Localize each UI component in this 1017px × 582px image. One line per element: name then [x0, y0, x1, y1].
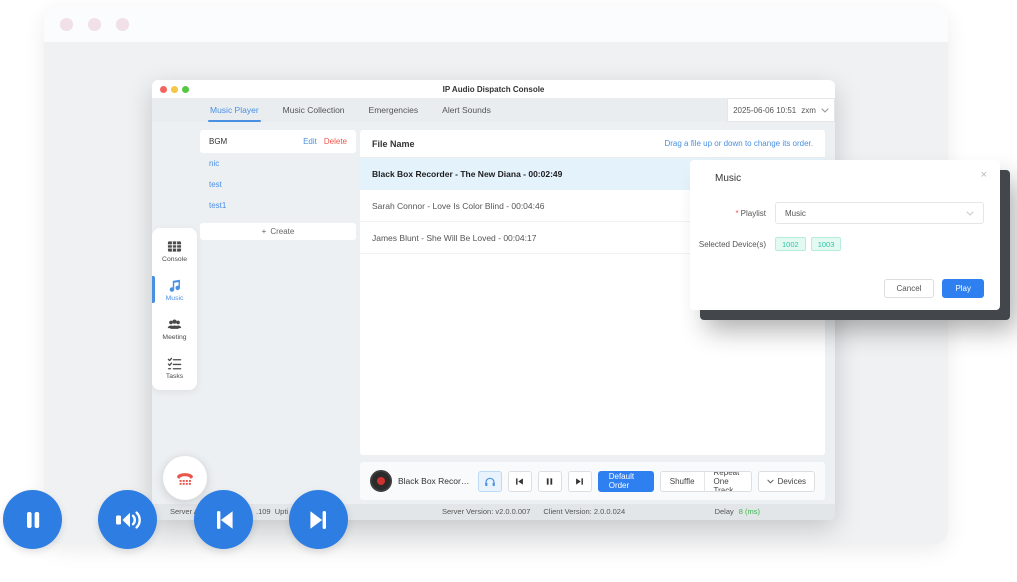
playlist-item[interactable]: test: [200, 174, 356, 195]
people-icon: [167, 317, 182, 332]
devices-label: Devices: [778, 477, 806, 486]
delay-label: Delay: [715, 504, 734, 520]
playlist-edit-button[interactable]: Edit: [303, 137, 317, 146]
devices-dropdown-button[interactable]: Devices: [758, 471, 815, 492]
device-chip: 1002: [775, 237, 806, 251]
console-grid-icon: [167, 239, 182, 254]
pause-icon: [17, 504, 49, 536]
overlay-volume-button[interactable]: [98, 490, 157, 549]
intercom-call-button[interactable]: [163, 456, 207, 500]
selected-devices-label: Selected Device(s): [690, 240, 766, 249]
version-info: Server Version: v2.0.0.007 Client Versio…: [442, 504, 625, 520]
overlay-previous-button[interactable]: [194, 490, 253, 549]
device-chip-list: 1002 1003: [775, 237, 841, 251]
default-order-button[interactable]: Default Order: [598, 471, 654, 492]
nav-item-music[interactable]: Music: [152, 270, 197, 309]
playlist-field-label: *Playlist: [690, 209, 766, 218]
file-name-column-header: File Name: [372, 139, 664, 149]
checklist-icon: [167, 356, 182, 371]
server-version-text: Server Version: v2.0.0.007: [442, 504, 530, 520]
create-label: Create: [270, 227, 294, 236]
next-track-button[interactable]: [568, 471, 592, 492]
window-dot-icon: [60, 18, 73, 31]
playlist-row-selected[interactable]: BGM Edit Delete: [200, 130, 356, 153]
status-bar: Server A .109 Upti Server Version: v2.0.…: [152, 504, 835, 520]
background-window-titlebar: [44, 6, 948, 42]
datetime-text: 2025-06-06 10:51: [733, 106, 796, 115]
vinyl-record-icon: [370, 470, 392, 492]
screenshot-root: IP Audio Dispatch Console Music Player M…: [0, 0, 1017, 582]
skip-previous-icon: [208, 504, 240, 536]
nav-item-tasks[interactable]: Tasks: [152, 348, 197, 387]
drag-order-hint: Drag a file up or down to change its ord…: [664, 139, 813, 148]
shuffle-button[interactable]: Shuffle: [661, 472, 704, 491]
username-text: zxm: [801, 106, 816, 115]
app-titlebar: IP Audio Dispatch Console: [152, 80, 835, 98]
play-button[interactable]: Play: [942, 279, 984, 298]
cancel-button[interactable]: Cancel: [884, 279, 935, 298]
side-nav: Console Music Meeting: [152, 228, 197, 390]
chevron-down-icon: [767, 479, 774, 484]
uptime-fragment: .109 Upti: [256, 504, 288, 520]
required-asterisk: *: [736, 209, 739, 218]
tab-music-player[interactable]: Music Player: [198, 98, 271, 122]
delay-value: 8 (ms): [739, 504, 760, 520]
play-mode-group: Shuffle Repeat One Track: [660, 471, 752, 492]
overlay-next-button[interactable]: [289, 490, 348, 549]
nav-item-console[interactable]: Console: [152, 231, 197, 270]
now-playing-title: Black Box Recorder - The ...: [398, 476, 472, 486]
tab-alert-sounds[interactable]: Alert Sounds: [430, 98, 503, 122]
pause-button[interactable]: [538, 471, 562, 492]
tab-bar: Music Player Music Collection Emergencie…: [152, 98, 835, 122]
create-playlist-button[interactable]: + Create: [200, 223, 356, 240]
close-icon[interactable]: ×: [981, 169, 987, 181]
playlist-name: BGM: [209, 137, 296, 146]
music-play-dialog: Music × *Playlist Music Selected Device(…: [690, 160, 1000, 310]
next-track-icon: [575, 477, 584, 486]
phone-icon: [174, 467, 196, 489]
repeat-one-track-button[interactable]: Repeat One Track: [704, 472, 751, 491]
skip-next-icon: [303, 504, 335, 536]
dialog-title: Music: [715, 173, 741, 184]
playlist-select[interactable]: Music: [775, 202, 984, 224]
music-note-icon: [167, 278, 182, 293]
nav-label: Console: [162, 256, 187, 263]
monitor-headphone-button[interactable]: [478, 471, 502, 492]
pause-icon: [545, 477, 554, 486]
previous-track-icon: [515, 477, 524, 486]
file-list-header: File Name Drag a file up or down to chan…: [360, 130, 825, 158]
chevron-down-icon: [966, 211, 974, 216]
delay-info: Delay 8 (ms): [715, 504, 760, 520]
nav-item-meeting[interactable]: Meeting: [152, 309, 197, 348]
headphone-icon: [484, 475, 496, 487]
window-dot-icon: [116, 18, 129, 31]
window-dot-icon: [88, 18, 101, 31]
datetime-user-dropdown[interactable]: 2025-06-06 10:51 zxm: [727, 98, 835, 122]
app-title: IP Audio Dispatch Console: [152, 85, 835, 94]
playlist-column: BGM Edit Delete nic test test1 + Create: [200, 130, 356, 240]
nav-label: Meeting: [162, 334, 186, 341]
playlist-select-value: Music: [785, 209, 966, 218]
overlay-pause-button[interactable]: [3, 490, 62, 549]
dialog-footer: Cancel Play: [884, 279, 984, 298]
tab-music-collection[interactable]: Music Collection: [271, 98, 357, 122]
playlist-item[interactable]: nic: [200, 153, 356, 174]
nav-label: Tasks: [166, 373, 183, 380]
playlist-item[interactable]: test1: [200, 195, 356, 216]
plus-icon: +: [262, 227, 267, 236]
device-chip: 1003: [811, 237, 842, 251]
previous-track-button[interactable]: [508, 471, 532, 492]
player-bar: Black Box Recorder - The ...: [360, 462, 825, 500]
nav-label: Music: [166, 295, 184, 302]
playlist-delete-button[interactable]: Delete: [324, 137, 347, 146]
client-version-text: Client Version: 2.0.0.024: [543, 504, 625, 520]
chevron-down-icon: [821, 108, 829, 113]
tab-emergencies[interactable]: Emergencies: [357, 98, 431, 122]
speaker-icon: [112, 504, 144, 536]
